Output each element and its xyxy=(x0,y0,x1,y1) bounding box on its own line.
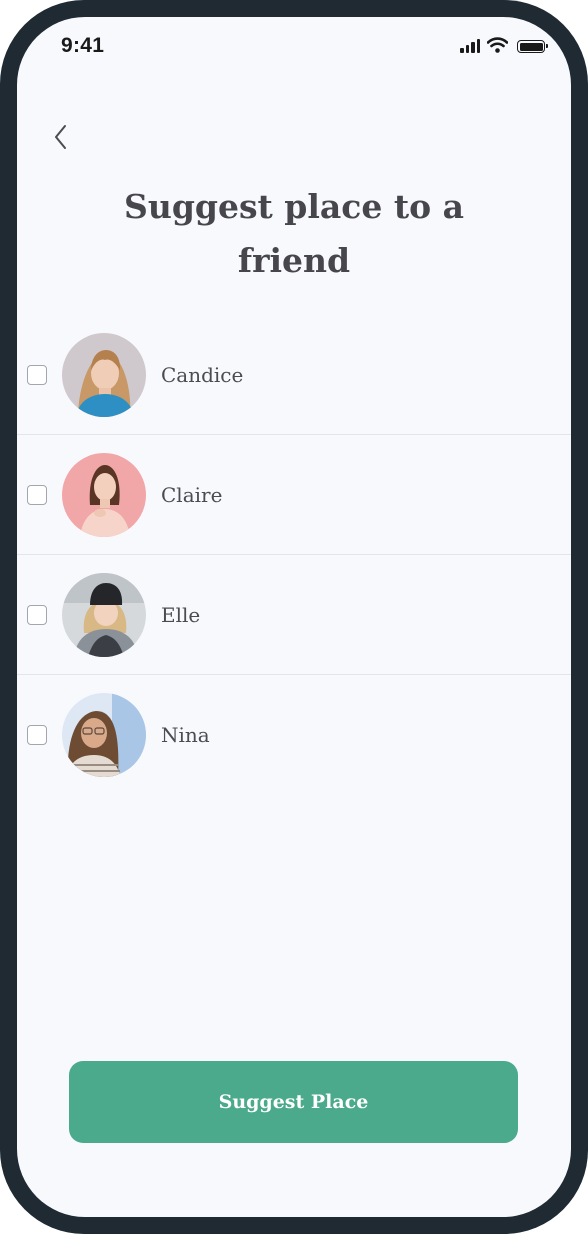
back-button[interactable] xyxy=(45,121,77,153)
avatar xyxy=(62,692,146,777)
avatar xyxy=(62,572,146,657)
friend-checkbox[interactable] xyxy=(27,604,47,625)
app-screen: 9:41 Suggest place to a friend Candice C… xyxy=(17,17,571,1217)
friend-list: Candice Claire Elle Nina xyxy=(17,315,571,794)
cellular-signal-icon xyxy=(460,39,480,53)
battery-icon xyxy=(517,40,548,53)
page-title: Suggest place to a friend xyxy=(124,187,464,280)
friend-name: Elle xyxy=(161,602,201,627)
friend-row-claire[interactable]: Claire xyxy=(17,435,571,555)
friend-name: Candice xyxy=(161,362,244,387)
friend-row-nina[interactable]: Nina xyxy=(17,675,571,794)
status-time: 9:41 xyxy=(61,34,105,57)
status-bar: 9:41 xyxy=(17,17,571,77)
status-icons xyxy=(460,37,548,53)
friend-row-candice[interactable]: Candice xyxy=(17,315,571,435)
friend-name: Claire xyxy=(161,482,223,507)
device-frame: 9:41 Suggest place to a friend Candice C… xyxy=(0,0,588,1234)
friend-row-elle[interactable]: Elle xyxy=(17,555,571,675)
friend-name: Nina xyxy=(161,722,210,747)
friend-checkbox[interactable] xyxy=(27,364,47,385)
wifi-icon xyxy=(487,37,508,53)
suggest-place-button[interactable]: Suggest Place xyxy=(69,1061,518,1143)
friend-checkbox[interactable] xyxy=(27,724,47,745)
avatar xyxy=(62,332,146,417)
avatar xyxy=(62,452,146,537)
chevron-left-icon xyxy=(55,125,66,149)
friend-checkbox[interactable] xyxy=(27,484,47,505)
